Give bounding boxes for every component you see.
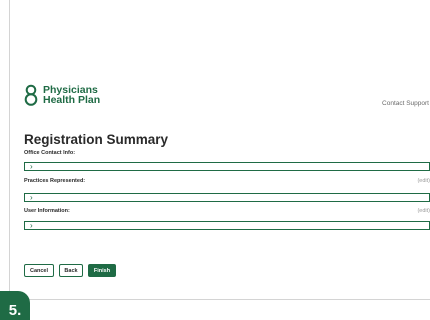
step-badge: 5. <box>0 291 30 320</box>
chevron-right-icon: › <box>30 193 33 202</box>
practices-expander[interactable]: › <box>24 193 430 202</box>
user-info-expander[interactable]: › <box>24 221 430 230</box>
edit-user-info-link[interactable]: (edit) <box>417 208 430 214</box>
finish-button[interactable]: Finish <box>88 264 116 277</box>
logo-wordmark: Physicians Health Plan <box>43 85 101 106</box>
edit-practices-link[interactable]: (edit) <box>417 178 430 184</box>
section-label-office-contact: Office Contact Info: <box>24 150 76 156</box>
back-button[interactable]: Back <box>59 264 83 277</box>
page-title: Registration Summary <box>24 132 169 147</box>
section-label-user-info: User Information: <box>24 208 70 214</box>
chevron-right-icon: › <box>30 162 33 171</box>
logo-icon <box>24 84 38 106</box>
contact-support-link[interactable]: Contact Support <box>382 100 429 107</box>
cancel-button[interactable]: Cancel <box>24 264 54 277</box>
office-contact-expander[interactable]: › <box>24 162 430 171</box>
brand-logo: Physicians Health Plan <box>24 84 100 106</box>
chevron-right-icon: › <box>30 221 33 230</box>
logo-line-2: Health Plan <box>43 94 101 106</box>
section-label-practices: Practices Represented: <box>24 178 86 184</box>
